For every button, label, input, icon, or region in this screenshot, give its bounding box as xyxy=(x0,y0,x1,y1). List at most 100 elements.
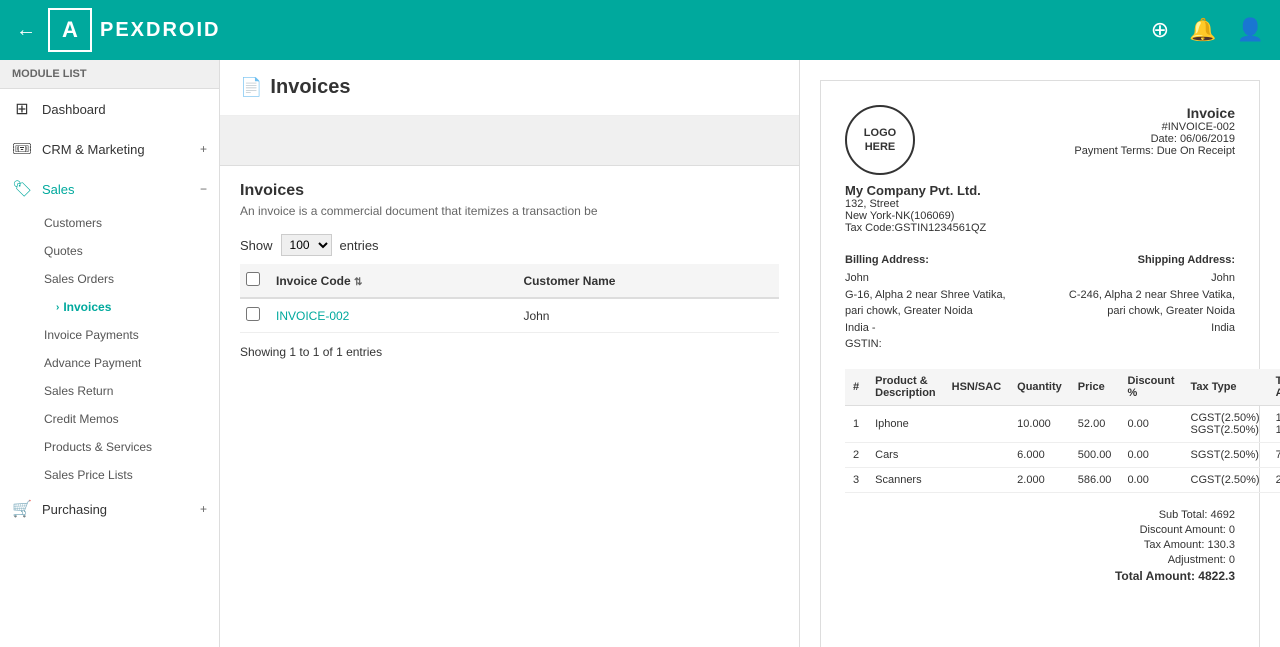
invoice-file-icon: 📄 xyxy=(240,77,262,98)
row2-tax-type: SGST(2.50%) xyxy=(1183,442,1268,467)
sidebar-item-sales-return[interactable]: Sales Return xyxy=(32,377,219,405)
list-controls: Show 100 entries xyxy=(220,226,799,264)
billing-address-line: G-16, Alpha 2 near Shree Vatika, pari ch… xyxy=(845,287,1021,320)
doc-logo-area: LOGOHERE My Company Pvt. Ltd. 132, Stree… xyxy=(845,105,986,234)
header-left: ← A PEXDROID xyxy=(16,8,220,52)
list-desc-text: An invoice is a commercial document that… xyxy=(240,204,779,218)
row3-qty: 2.000 xyxy=(1009,467,1070,492)
sidebar-purchasing-left: 🛒 Purchasing xyxy=(12,499,107,519)
add-icon[interactable]: ⊕ xyxy=(1151,17,1169,43)
company-logo: LOGOHERE xyxy=(845,105,915,175)
invoice-items-table: # Product &Description HSN/SAC Quantity … xyxy=(845,369,1280,493)
payment-terms: Payment Terms: Due On Receipt xyxy=(1074,145,1235,157)
invoice-row-3: 3 Scanners 2.000 586.00 0.00 CGST(2.50%)… xyxy=(845,467,1280,492)
sidebar-dashboard-left: ⊞ Dashboard xyxy=(12,99,106,119)
row1-product: Iphone xyxy=(867,405,944,442)
doc-invoice-info: Invoice #INVOICE-002 Date: 06/06/2019 Pa… xyxy=(1074,105,1235,234)
col-discount: Discount % xyxy=(1119,369,1182,406)
select-all-checkbox[interactable] xyxy=(246,272,260,286)
sidebar-item-invoices[interactable]: › Invoices xyxy=(32,293,219,321)
sort-icon[interactable]: ⇅ xyxy=(354,277,362,288)
row2-product: Cars xyxy=(867,442,944,467)
sidebar-item-sales-orders[interactable]: Sales Orders xyxy=(32,265,219,293)
row2-price: 500.00 xyxy=(1070,442,1120,467)
app-name: PEXDROID xyxy=(100,19,220,42)
invoice-totals: Sub Total: 4692 Discount Amount: 0 Tax A… xyxy=(845,509,1235,583)
row1-hsn xyxy=(944,405,1010,442)
showing-text: Showing 1 to 1 of 1 entries xyxy=(220,333,799,371)
col-tax-amount: Tax Amount xyxy=(1268,369,1280,406)
main-layout: MODULE LIST ⊞ Dashboard 🎟 CRM & Marketin… xyxy=(0,60,1280,647)
sidebar-item-sales-price-lists[interactable]: Sales Price Lists xyxy=(32,461,219,489)
tax-amount: Tax Amount: 130.3 xyxy=(845,539,1235,551)
invoices-table: Invoice Code ⇅ Customer Name xyxy=(240,264,779,333)
invoice-document: LOGOHERE My Company Pvt. Ltd. 132, Stree… xyxy=(820,80,1260,647)
user-icon[interactable]: 👤 xyxy=(1237,17,1264,43)
sidebar-item-quotes[interactable]: Quotes xyxy=(32,237,219,265)
sidebar-item-purchasing[interactable]: 🛒 Purchasing + xyxy=(0,489,219,529)
row2-discount: 0.00 xyxy=(1119,442,1182,467)
shipping-address: Shipping Address: John C-246, Alpha 2 ne… xyxy=(1060,254,1236,353)
billing-country: India - xyxy=(845,320,1021,337)
sidebar-item-customers[interactable]: Customers xyxy=(32,209,219,237)
company-tax-code: Tax Code:GSTIN1234561QZ xyxy=(845,222,986,234)
sidebar-item-advance-payment[interactable]: Advance Payment xyxy=(32,349,219,377)
sidebar: MODULE LIST ⊞ Dashboard 🎟 CRM & Marketin… xyxy=(0,60,220,647)
shipping-address-line: C-246, Alpha 2 near Shree Vatika, pari c… xyxy=(1060,287,1236,320)
company-name: My Company Pvt. Ltd. xyxy=(845,183,981,198)
total-value: 4822.3 xyxy=(1198,569,1235,583)
sidebar-item-crm[interactable]: 🎟 CRM & Marketing + xyxy=(0,129,219,169)
shipping-name: John xyxy=(1060,270,1236,287)
row-checkbox[interactable] xyxy=(246,307,260,321)
invoice-code-label: Invoice Code xyxy=(276,274,351,288)
list-description: Invoices An invoice is a commercial docu… xyxy=(220,166,799,226)
list-panel-title: Invoices xyxy=(270,76,350,99)
dashboard-icon: ⊞ xyxy=(12,99,32,119)
row1-num: 1 xyxy=(845,405,867,442)
date-label: Date: xyxy=(1151,133,1177,145)
app-header: ← A PEXDROID ⊕ 🔔 👤 xyxy=(0,0,1280,60)
sidebar-crm-left: 🎟 CRM & Marketing xyxy=(12,139,145,159)
entries-select[interactable]: 100 xyxy=(281,234,332,256)
sidebar-item-products-services[interactable]: Products & Services xyxy=(32,433,219,461)
invoice-row-2: 2 Cars 6.000 500.00 0.00 SGST(2.50%) 75 … xyxy=(845,442,1280,467)
col-tax-type: Tax Type xyxy=(1183,369,1268,406)
sidebar-item-sales[interactable]: 🏷 Sales − xyxy=(0,169,219,209)
shipping-label: Shipping Address: xyxy=(1060,254,1236,266)
crm-toggle[interactable]: + xyxy=(200,142,207,156)
sidebar-sales-left: 🏷 Sales xyxy=(12,179,75,199)
back-button[interactable]: ← xyxy=(16,19,36,42)
header-right: ⊕ 🔔 👤 xyxy=(1151,17,1264,43)
row1-price: 52.00 xyxy=(1070,405,1120,442)
sub-total-value: 4692 xyxy=(1211,509,1235,521)
sub-total: Sub Total: 4692 xyxy=(845,509,1235,521)
discount-value: 0 xyxy=(1229,524,1235,536)
sidebar-item-invoice-payments[interactable]: Invoice Payments xyxy=(32,321,219,349)
list-desc-title: Invoices xyxy=(240,182,779,200)
adjustment: Adjustment: 0 xyxy=(845,554,1235,566)
bell-icon[interactable]: 🔔 xyxy=(1189,17,1216,43)
company-address2: New York-NK(106069) xyxy=(845,210,954,222)
sidebar-item-credit-memos[interactable]: Credit Memos xyxy=(32,405,219,433)
sidebar-purchasing-label: Purchasing xyxy=(42,502,107,517)
tax-label: Tax Amount: xyxy=(1144,539,1205,551)
payment-terms-value: Due On Receipt xyxy=(1157,145,1235,157)
row3-product: Scanners xyxy=(867,467,944,492)
sidebar-crm-label: CRM & Marketing xyxy=(42,142,145,157)
purchasing-icon: 🛒 xyxy=(12,499,32,519)
invoice-row-1: 1 Iphone 10.000 52.00 0.00 CGST(2.50%)SG… xyxy=(845,405,1280,442)
sidebar-dashboard-label: Dashboard xyxy=(42,102,106,117)
sales-toggle[interactable]: − xyxy=(200,182,207,196)
invoice-code-link[interactable]: INVOICE-002 xyxy=(276,309,349,323)
row3-hsn xyxy=(944,467,1010,492)
row2-num: 2 xyxy=(845,442,867,467)
sidebar-item-dashboard[interactable]: ⊞ Dashboard xyxy=(0,89,219,129)
row3-tax-type: CGST(2.50%) xyxy=(1183,467,1268,492)
company-address1: 132, Street xyxy=(845,198,899,210)
billing-gstin: GSTIN: xyxy=(845,336,1021,353)
crm-icon: 🎟 xyxy=(12,139,32,159)
purchasing-toggle[interactable]: + xyxy=(200,502,207,516)
adjustment-label: Adjustment: xyxy=(1168,554,1226,566)
row3-num: 3 xyxy=(845,467,867,492)
total-label: Total Amount: xyxy=(1115,569,1195,583)
